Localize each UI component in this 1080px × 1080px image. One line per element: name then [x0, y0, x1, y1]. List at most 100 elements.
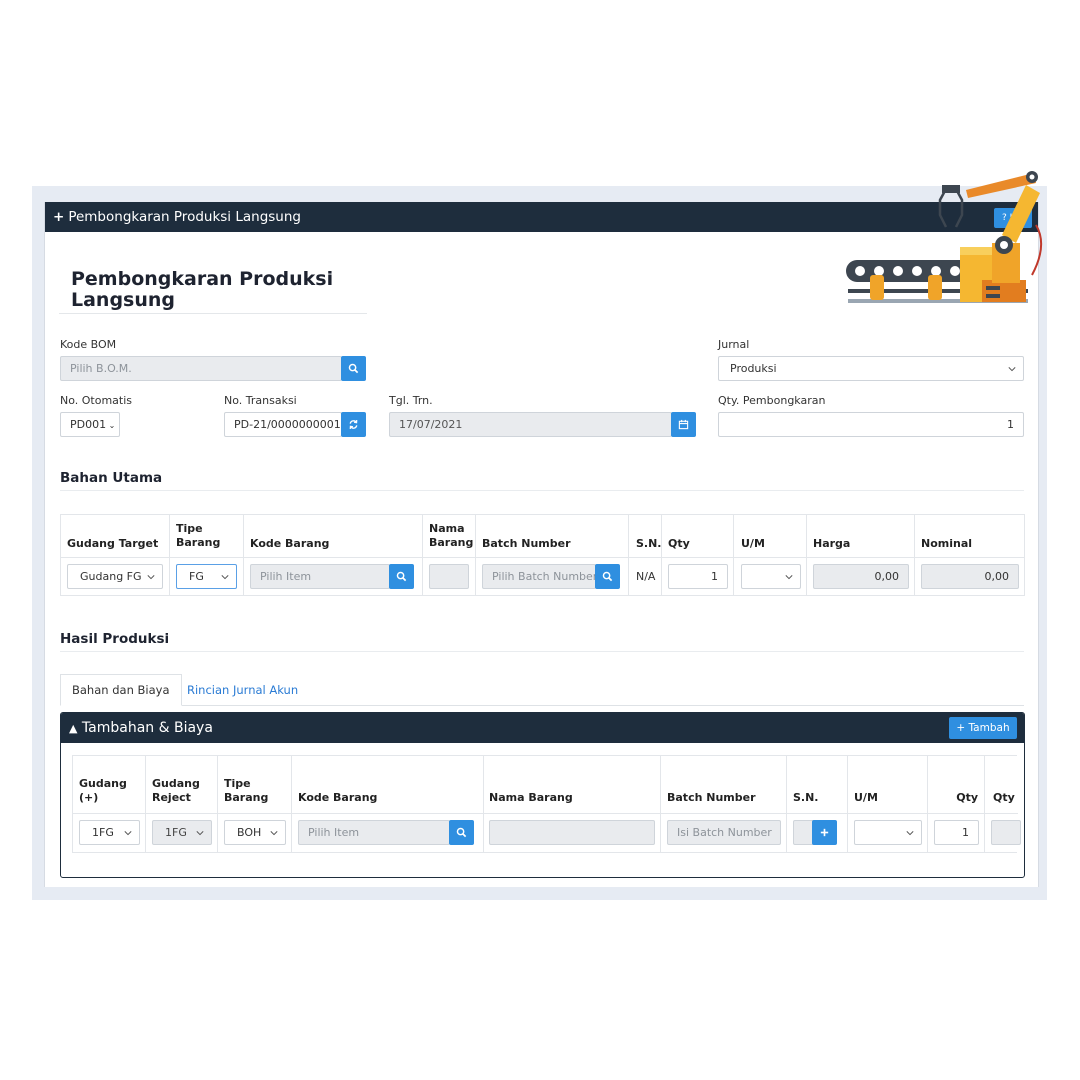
- bahan-utama-table: Gudang Target Tipe Barang Kode Barang Na…: [60, 514, 1025, 596]
- tambahan-table: Gudang (+) Gudang Reject Tipe Barang Kode B…: [72, 755, 1021, 853]
- window-title: Pembongkaran Produksi Langsung: [68, 209, 301, 225]
- col-divider: [984, 756, 985, 852]
- gudang-plus-select[interactable]: 1FG: [79, 820, 140, 845]
- th-um: U/M: [741, 537, 765, 550]
- tipe-barang-select[interactable]: FG: [176, 564, 237, 589]
- th-um: U/M: [854, 791, 878, 804]
- refresh-icon: [349, 420, 358, 429]
- tab-rincian-jurnal-akun[interactable]: Rincian Jurnal Akun: [187, 675, 298, 707]
- batch-search-button[interactable]: [595, 564, 620, 589]
- product-box: [928, 275, 942, 300]
- chevron-down-icon: [785, 575, 793, 580]
- chevron-down-icon: [196, 831, 204, 836]
- tipe-barang-value: BOH: [237, 826, 262, 839]
- gudang-reject-select[interactable]: 1FG: [152, 820, 212, 845]
- harga-input[interactable]: 0,00: [813, 564, 909, 589]
- sn-add-button[interactable]: [812, 820, 837, 845]
- tambah-button[interactable]: + Tambah: [949, 717, 1017, 739]
- col-divider: [422, 515, 423, 595]
- th-nama-barang: Nama Barang: [429, 522, 474, 549]
- batch-number-input[interactable]: Isi Batch Number: [667, 820, 781, 845]
- th-qty: Qty: [956, 791, 978, 804]
- col-divider: [243, 515, 244, 595]
- tipe-barang-select[interactable]: BOH: [224, 820, 286, 845]
- nominal-input[interactable]: 0,00: [921, 564, 1019, 589]
- kode-barang-input[interactable]: Pilih Item: [298, 820, 450, 845]
- tgl-input[interactable]: 17/07/2021: [389, 412, 672, 437]
- page-title: Pembongkaran Produksi Langsung: [71, 269, 333, 311]
- qty-2-input[interactable]: [991, 820, 1021, 845]
- chevron-down-icon: [147, 573, 155, 581]
- um-select[interactable]: [741, 564, 801, 589]
- chevron-down-icon: [270, 831, 278, 836]
- kode-bom-input[interactable]: Pilih B.O.M.: [60, 356, 342, 381]
- th-batch-number: Batch Number: [482, 537, 571, 550]
- product-box: [870, 275, 884, 300]
- tambahan-biaya-panel: ▲ Tambahan & Biaya + Tambah Gudang (+) Gu…: [60, 712, 1025, 878]
- gudang-reject-value: 1FG: [165, 826, 187, 839]
- sn-value: N/A: [636, 570, 656, 583]
- no-transaksi-input[interactable]: PD-21/0000000001: [224, 412, 342, 437]
- chevron-down-icon: [1008, 367, 1016, 372]
- search-icon: [456, 827, 467, 838]
- gudang-target-select[interactable]: Gudang FG: [67, 564, 163, 589]
- col-divider: [847, 756, 848, 852]
- col-divider: [475, 515, 476, 595]
- col-divider: [291, 756, 292, 852]
- calendar-icon: [678, 419, 689, 430]
- no-otomatis-value: PD001: [70, 418, 107, 431]
- page-title-line2: Langsung: [71, 289, 176, 311]
- kode-bom-search-button[interactable]: [341, 356, 366, 381]
- th-tipe-barang: Tipe Barang: [224, 777, 269, 804]
- col-divider: [628, 515, 629, 595]
- col-divider: [927, 756, 928, 852]
- um-select[interactable]: [854, 820, 922, 845]
- no-transaksi-label: No. Transaksi: [224, 394, 297, 407]
- th-gudang-target: Gudang Target: [67, 537, 159, 550]
- chevron-down-icon: [906, 831, 914, 836]
- kode-barang-input[interactable]: Pilih Item: [250, 564, 390, 589]
- robot-arm-segment: [1002, 185, 1040, 243]
- qty-input[interactable]: 1: [934, 820, 979, 845]
- gudang-target-value: Gudang FG: [80, 570, 142, 583]
- col-divider: [661, 515, 662, 595]
- hasil-produksi-divider: [60, 651, 1024, 652]
- chevron-down-icon: [124, 831, 132, 836]
- th-qty: Qty: [668, 537, 690, 550]
- col-divider: [660, 756, 661, 852]
- tab-bahan-dan-biaya[interactable]: Bahan dan Biaya: [60, 674, 182, 706]
- refresh-button[interactable]: [341, 412, 366, 437]
- table-header-divider: [73, 813, 1018, 814]
- cubes-icon: ▲: [69, 722, 78, 735]
- col-divider: [914, 515, 915, 595]
- th-batch-number: Batch Number: [667, 791, 756, 804]
- bahan-utama-divider: [60, 490, 1024, 491]
- search-icon: [602, 571, 613, 582]
- th-sn: S.N.: [793, 791, 819, 804]
- col-divider: [806, 515, 807, 595]
- plus-icon: [820, 828, 829, 837]
- tipe-barang-value: FG: [189, 570, 204, 583]
- th-kode-barang: Kode Barang: [250, 537, 330, 550]
- th-nominal: Nominal: [921, 537, 973, 550]
- qty-pembongkaran-input[interactable]: 1: [718, 412, 1024, 437]
- th-tipe-barang: Tipe Barang: [176, 522, 221, 549]
- kode-bom-label: Kode BOM: [60, 338, 117, 351]
- kode-barang-search-button[interactable]: [389, 564, 414, 589]
- calendar-button[interactable]: [671, 412, 696, 437]
- tambahan-biaya-title: Tambahan & Biaya: [81, 720, 213, 736]
- jurnal-value: Produksi: [730, 362, 777, 375]
- col-divider: [786, 756, 787, 852]
- kode-barang-search-button[interactable]: [449, 820, 474, 845]
- batch-number-input[interactable]: Pilih Batch Number: [482, 564, 596, 589]
- no-otomatis-select[interactable]: PD001 ⌄: [60, 412, 120, 437]
- th-sn: S.N.: [636, 537, 662, 550]
- jurnal-select[interactable]: Produksi: [718, 356, 1024, 381]
- hasil-produksi-title: Hasil Produksi: [60, 631, 170, 647]
- nama-barang-input[interactable]: [429, 564, 469, 589]
- nama-barang-input[interactable]: [489, 820, 655, 845]
- chevron-down-icon: [221, 575, 229, 580]
- qty-input[interactable]: 1: [668, 564, 728, 589]
- qty-pembongkaran-label: Qty. Pembongkaran: [718, 394, 826, 407]
- gudang-plus-value: 1FG: [92, 826, 114, 839]
